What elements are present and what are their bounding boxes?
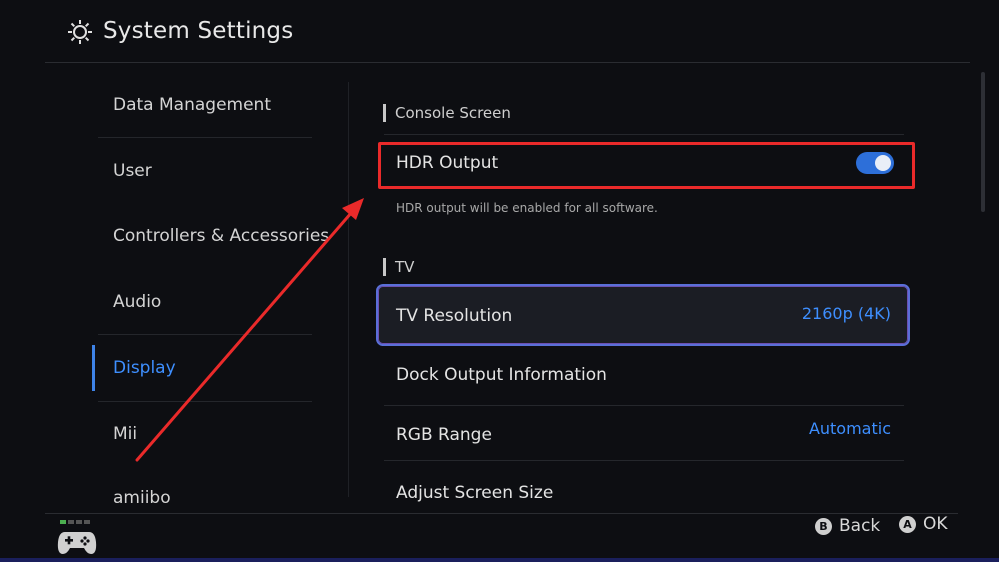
hdr-output-highlight[interactable]	[378, 142, 915, 189]
section-marker	[383, 104, 386, 122]
a-button-icon: A	[899, 516, 916, 533]
sidebar-selection-indicator	[92, 345, 95, 391]
controller-player-lights	[60, 520, 92, 524]
controller-icon	[57, 532, 97, 554]
page-title: System Settings	[103, 18, 294, 44]
scrollbar[interactable]	[981, 72, 985, 212]
rgb-range-row[interactable]: RGB Range	[396, 425, 492, 445]
header-divider	[45, 62, 970, 63]
dock-output-information-row[interactable]: Dock Output Information	[396, 365, 607, 385]
gear-icon	[68, 20, 92, 44]
tv-resolution-label: TV Resolution	[396, 306, 513, 326]
sidebar-item-display[interactable]: Display	[113, 358, 176, 378]
sidebar-divider-vertical	[348, 82, 349, 497]
sidebar-item-data-management[interactable]: Data Management	[113, 95, 271, 115]
screen-bottom-edge	[0, 558, 999, 562]
sidebar-item-user[interactable]: User	[113, 161, 152, 181]
section-heading-console-screen: Console Screen	[395, 104, 511, 122]
sidebar-item-amiibo[interactable]: amiibo	[113, 488, 171, 508]
section-heading-tv: TV	[395, 258, 415, 276]
sidebar-item-mii[interactable]: Mii	[113, 424, 137, 444]
sidebar-divider	[98, 401, 312, 402]
sidebar-divider	[98, 137, 312, 138]
content-divider	[384, 460, 904, 461]
back-button[interactable]: Back	[839, 516, 880, 536]
annotation-arrow-icon	[135, 198, 364, 462]
b-button-icon: B	[815, 518, 832, 535]
section-marker	[383, 258, 386, 276]
tv-resolution-value: 2160p (4K)	[801, 304, 891, 323]
content-divider	[384, 134, 904, 135]
sidebar-item-controllers-accessories[interactable]: Controllers & Accessories	[113, 226, 329, 246]
footer-divider	[45, 513, 958, 514]
rgb-range-value: Automatic	[808, 419, 891, 438]
sidebar-divider	[98, 334, 312, 335]
content-divider	[384, 405, 904, 406]
ok-button[interactable]: OK	[923, 514, 948, 534]
hdr-output-description: HDR output will be enabled for all softw…	[396, 201, 658, 215]
sidebar-item-audio[interactable]: Audio	[113, 292, 161, 312]
adjust-screen-size-row[interactable]: Adjust Screen Size	[396, 483, 553, 503]
